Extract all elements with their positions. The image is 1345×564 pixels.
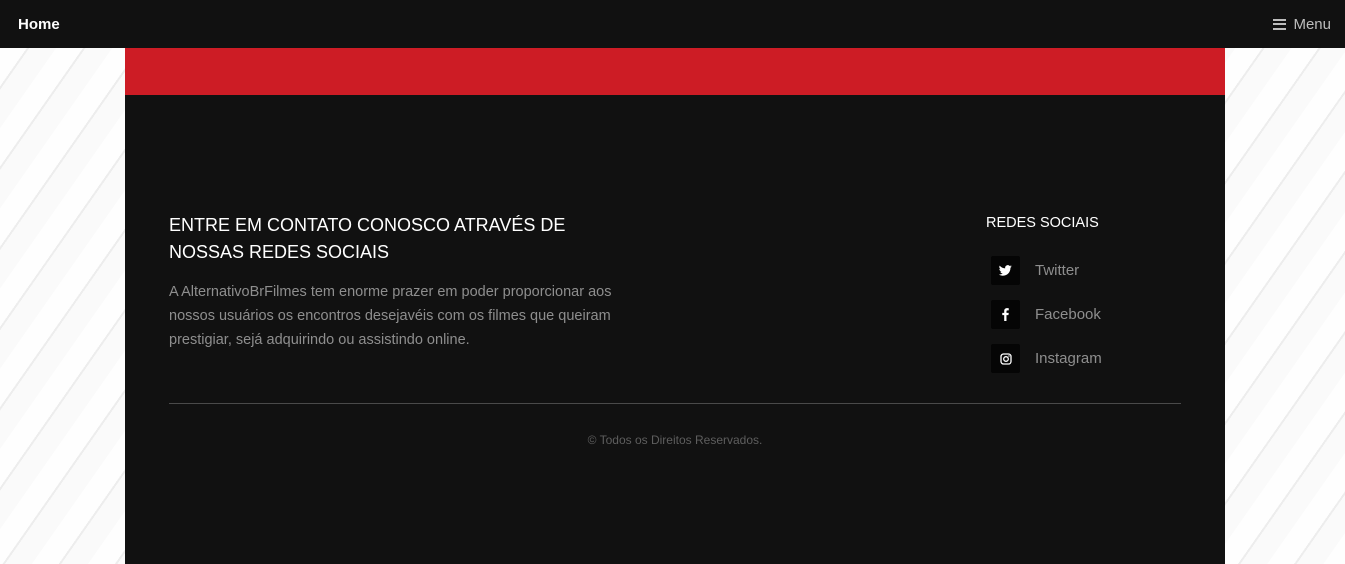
social-item-instagram[interactable]: Instagram <box>991 344 1206 373</box>
social-section: REDES SOCIAIS Twitter Facebook Instagram <box>986 213 1206 388</box>
top-navbar: Home Menu <box>0 0 1345 48</box>
menu-label: Menu <box>1293 15 1331 33</box>
footer-divider <box>169 403 1181 404</box>
instagram-icon <box>991 344 1020 373</box>
bars-icon <box>1273 18 1287 30</box>
social-item-label: Twitter <box>1035 262 1080 279</box>
contact-heading: ENTRE EM CONTATO CONOSCO ATRAVÉS DE NOSS… <box>169 215 566 262</box>
menu-button[interactable]: Menu <box>1273 16 1331 33</box>
social-item-facebook[interactable]: Facebook <box>991 300 1206 329</box>
social-item-twitter[interactable]: Twitter <box>991 256 1206 285</box>
contact-description: A AlternativoBrFilmes tem enorme prazer … <box>169 284 612 348</box>
footer-panel: ENTRE EM CONTATO CONOSCO ATRAVÉS DE NOSS… <box>125 48 1225 564</box>
facebook-icon <box>991 300 1020 329</box>
social-heading: REDES SOCIAIS <box>986 215 1099 231</box>
social-list: Twitter Facebook Instagram <box>991 256 1206 373</box>
red-accent-band <box>125 48 1225 95</box>
copyright-text: © Todos os Direitos Reservados. <box>587 433 763 447</box>
twitter-icon <box>991 256 1020 285</box>
contact-section: ENTRE EM CONTATO CONOSCO ATRAVÉS DE NOSS… <box>169 212 619 352</box>
home-link[interactable]: Home <box>18 16 60 33</box>
social-item-label: Facebook <box>1035 306 1101 323</box>
social-item-label: Instagram <box>1035 350 1102 367</box>
